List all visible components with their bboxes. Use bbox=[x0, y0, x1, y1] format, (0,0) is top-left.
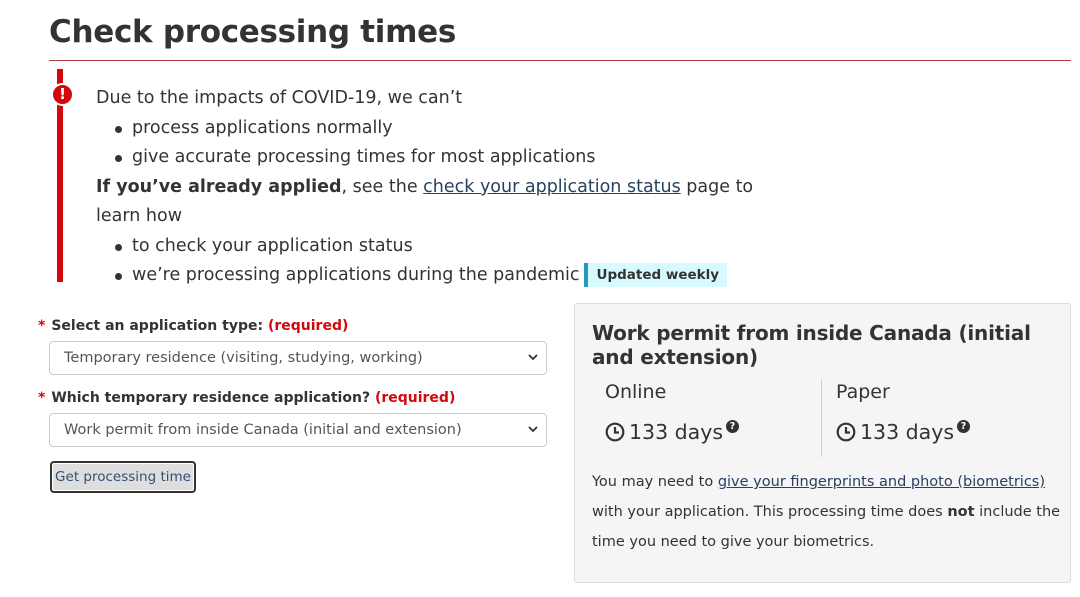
alert-applied-text: If you’ve already applied, see the check… bbox=[96, 173, 776, 232]
title-divider bbox=[49, 60, 1071, 61]
application-type-select[interactable]: Temporary residence (visiting, studying,… bbox=[49, 341, 547, 375]
updated-weekly-badge: Updated weekly bbox=[583, 263, 728, 287]
alert-reasons-list: process applications normally give accur… bbox=[96, 114, 776, 173]
result-title: Work permit from inside Canada (initial … bbox=[592, 321, 1031, 369]
required-star: * bbox=[38, 390, 46, 406]
required-star: * bbox=[38, 318, 46, 334]
covid-alert: ! Due to the impacts of COVID-19, we can… bbox=[51, 69, 757, 287]
note-bold: not bbox=[947, 504, 975, 520]
paper-column: Paper 133 days? bbox=[836, 377, 1066, 450]
application-type-label-text: Select an application type: bbox=[51, 318, 264, 334]
clock-icon bbox=[836, 420, 856, 450]
alert-applied-bold: If you’ve already applied bbox=[96, 176, 342, 197]
list-item: to check your application status bbox=[113, 232, 776, 262]
required-marker: (required) bbox=[267, 318, 349, 334]
chevron-down-icon bbox=[528, 342, 538, 386]
temporary-residence-value: Work permit from inside Canada (initial … bbox=[64, 422, 462, 438]
alert-steps-list: to check your application status we’re p… bbox=[96, 232, 776, 291]
paper-label: Paper bbox=[836, 381, 890, 403]
application-type-value: Temporary residence (visiting, studying,… bbox=[64, 350, 423, 366]
column-divider bbox=[821, 379, 822, 457]
temporary-residence-select[interactable]: Work permit from inside Canada (initial … bbox=[49, 413, 547, 447]
biometrics-note: You may need to give your fingerprints a… bbox=[592, 467, 1067, 557]
alert-applied-mid: , see the bbox=[341, 176, 424, 197]
note-mid: with your application. This processing t… bbox=[592, 504, 948, 520]
application-type-label: * Select an application type: (required) bbox=[38, 316, 548, 336]
temporary-residence-label-text: Which temporary residence application? bbox=[51, 390, 371, 406]
exclamation-icon: ! bbox=[51, 83, 74, 106]
paper-days-value: 133 days bbox=[860, 420, 955, 444]
alert-body: Due to the impacts of COVID-19, we can’t… bbox=[96, 84, 776, 291]
required-marker: (required) bbox=[374, 390, 456, 406]
list-item: process applications normally bbox=[113, 114, 776, 144]
online-days: 133 days? bbox=[605, 417, 835, 450]
check-status-link[interactable]: check your application status bbox=[423, 177, 681, 197]
note-start: You may need to bbox=[592, 474, 718, 490]
alert-intro: Due to the impacts of COVID-19, we can’t bbox=[96, 88, 463, 108]
help-icon[interactable]: ? bbox=[957, 420, 971, 433]
list-item: we’re processing applications during the… bbox=[113, 261, 776, 291]
chevron-down-icon bbox=[528, 414, 538, 458]
processing-time-form: * Select an application type: (required) … bbox=[38, 316, 548, 493]
temporary-residence-label: * Which temporary residence application? … bbox=[38, 388, 548, 408]
help-icon[interactable]: ? bbox=[726, 420, 740, 433]
get-processing-time-button[interactable]: Get processing time bbox=[50, 461, 196, 493]
online-column: Online 133 days? bbox=[605, 377, 835, 450]
list-item-text: we’re processing applications during the… bbox=[132, 265, 580, 285]
online-days-value: 133 days bbox=[629, 420, 724, 444]
online-label: Online bbox=[605, 381, 667, 403]
page-title: Check processing times bbox=[49, 14, 457, 50]
processing-time-result: Work permit from inside Canada (initial … bbox=[574, 303, 1071, 583]
list-item: give accurate processing times for most … bbox=[113, 143, 776, 173]
paper-days: 133 days? bbox=[836, 417, 1066, 450]
biometrics-link[interactable]: give your fingerprints and photo (biomet… bbox=[718, 474, 1045, 490]
clock-icon bbox=[605, 420, 625, 450]
